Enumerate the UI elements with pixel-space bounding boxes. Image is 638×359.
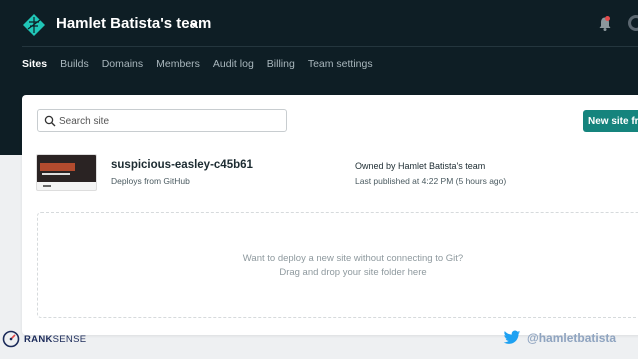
brand-rank: RANK <box>24 334 53 345</box>
header-divider <box>22 46 638 47</box>
user-avatar[interactable] <box>628 15 638 31</box>
nav-tab-members[interactable]: Members <box>156 58 200 70</box>
site-deploy-source: Deploys from GitHub <box>111 176 190 186</box>
search-input[interactable] <box>59 113 279 129</box>
drag-drop-zone[interactable] <box>37 212 638 318</box>
twitter-handle: @hamletbatista <box>527 331 617 345</box>
ranksense-logo-icon <box>2 330 20 348</box>
new-site-button[interactable]: New site fro <box>583 110 638 132</box>
nav-tab-sites[interactable]: Sites <box>22 58 47 70</box>
twitter-icon <box>503 330 521 344</box>
nav-tab-builds[interactable]: Builds <box>60 58 89 70</box>
netlify-logo-icon[interactable] <box>22 13 46 37</box>
dropzone-prompt: Want to deploy a new site without connec… <box>242 253 464 264</box>
thumbnail-footer-line <box>43 185 51 187</box>
site-thumbnail[interactable] <box>36 154 97 191</box>
brand-sense: SENSE <box>52 334 87 345</box>
nav-tab-audit-log[interactable]: Audit log <box>213 58 254 70</box>
search-icon <box>44 115 56 127</box>
chevron-down-icon[interactable] <box>190 21 198 27</box>
dropzone-instruction: Drag and drop your site folder here <box>279 267 427 278</box>
site-last-published: Last published at 4:22 PM (5 hours ago) <box>355 176 507 186</box>
nav-tab-billing[interactable]: Billing <box>267 58 295 70</box>
team-switcher[interactable]: Hamlet Batista's team <box>56 15 211 32</box>
search-box[interactable] <box>37 109 287 132</box>
nav-tab-domains[interactable]: Domains <box>102 58 143 70</box>
site-owner: Owned by Hamlet Batista's team <box>355 161 486 171</box>
site-name-link[interactable]: suspicious-easley-c45b61 <box>111 159 253 171</box>
team-nav: Sites Builds Domains Members Audit log B… <box>22 58 386 70</box>
thumbnail-banner <box>40 163 75 171</box>
thumbnail-text-line <box>42 173 70 175</box>
nav-tab-team-settings[interactable]: Team settings <box>308 58 373 70</box>
notification-badge <box>605 16 610 21</box>
ranksense-wordmark: RANKSENSE <box>24 334 86 345</box>
